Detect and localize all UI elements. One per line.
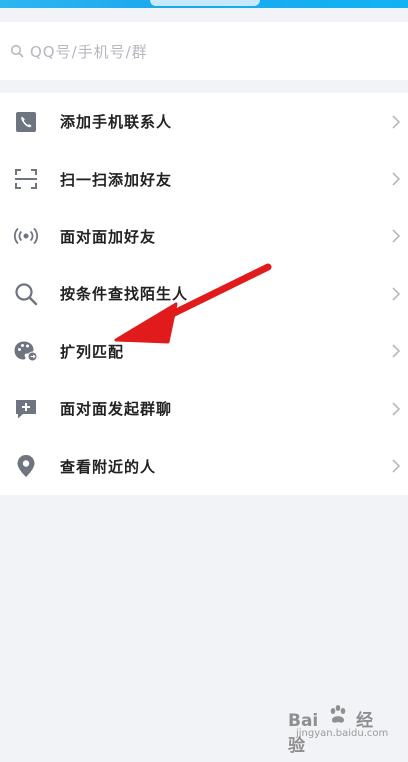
- scan-icon: [13, 166, 39, 192]
- phone-icon: [13, 109, 39, 135]
- chevron-right-icon: [392, 344, 401, 358]
- menu-item-face-to-face-group[interactable]: 面对面发起群聊: [0, 380, 408, 437]
- chevron-right-icon: [392, 402, 401, 416]
- menu-item-label: 按条件查找陌生人: [60, 285, 189, 304]
- search-input[interactable]: QQ号/手机号/群: [0, 22, 408, 80]
- menu-item-label: 面对面发起群聊: [60, 400, 173, 419]
- menu-item-face-to-face-add[interactable]: 面对面加好友: [0, 208, 408, 265]
- search-icon: [13, 281, 39, 307]
- baidu-jingyan-watermark: Bai 经验 jingyan.baidu.com: [288, 705, 388, 756]
- menu-item-label: 添加手机联系人: [60, 113, 173, 132]
- menu-item-search-strangers[interactable]: 按条件查找陌生人: [0, 265, 408, 322]
- chevron-right-icon: [392, 287, 401, 301]
- menu-item-add-phone-contacts[interactable]: 添加手机联系人: [0, 93, 408, 150]
- add-friend-menu: 添加手机联系人 扫一扫添加好友 面对面加好友 按条件查找陌生人 扩列匹配 面对面…: [0, 93, 408, 495]
- menu-item-scan-add-friend[interactable]: 扫一扫添加好友: [0, 150, 408, 207]
- watermark-url: jingyan.baidu.com: [296, 728, 389, 739]
- chevron-right-icon: [392, 229, 401, 244]
- radar-signal-icon: [13, 223, 39, 249]
- menu-item-label: 查看附近的人: [60, 457, 157, 476]
- menu-item-people-nearby[interactable]: 查看附近的人: [0, 437, 408, 494]
- search-placeholder: QQ号/手机号/群: [30, 42, 148, 61]
- menu-item-label: 扩列匹配: [60, 342, 125, 361]
- add-chat-icon: [13, 396, 39, 422]
- paw-logo-icon: [330, 705, 346, 723]
- menu-item-match[interactable]: 扩列匹配: [0, 323, 408, 380]
- match-palette-icon: [13, 338, 39, 364]
- chevron-right-icon: [392, 459, 401, 473]
- search-icon: [10, 44, 24, 58]
- header-tab-indicator: [150, 0, 260, 6]
- search-area: QQ号/手机号/群: [0, 8, 408, 88]
- location-pin-icon: [13, 453, 39, 479]
- menu-item-label: 扫一扫添加好友: [60, 170, 173, 189]
- top-header-strip: [0, 0, 408, 8]
- menu-item-label: 面对面加好友: [60, 227, 157, 246]
- chevron-right-icon: [392, 172, 401, 186]
- chevron-right-icon: [392, 115, 401, 129]
